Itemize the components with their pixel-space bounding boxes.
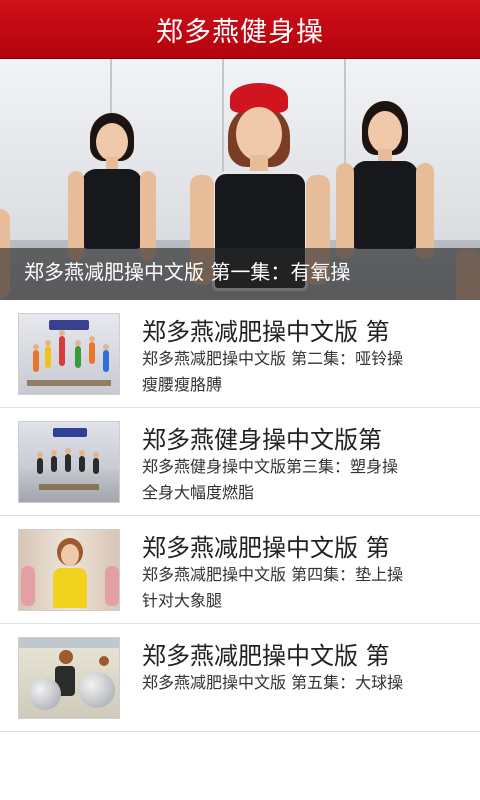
list-item-title: 郑多燕减肥操中文版 第 [142,318,390,346]
video-thumbnail [18,421,120,503]
list-item-title: 郑多燕健身操中文版第 [142,426,382,454]
video-thumbnail [18,313,120,395]
hero-caption: 郑多燕减肥操中文版 第一集：有氧操 [0,248,480,300]
video-list: 郑多燕减肥操中文版 第 郑多燕减肥操中文版 第二集：哑铃操 瘦腰瘦胳膊 郑多燕健… [0,300,480,732]
video-thumbnail [18,529,120,611]
list-item-description: 郑多燕减肥操中文版 第五集：大球操 [142,673,404,692]
list-item[interactable]: 郑多燕健身操中文版第 郑多燕健身操中文版第三集：塑身操 全身大幅度燃脂 [0,408,480,516]
app-title-bar: 郑多燕健身操 [0,0,480,59]
list-item[interactable]: 郑多燕减肥操中文版 第 郑多燕减肥操中文版 第四集：垫上操 针对大象腿 [0,516,480,624]
list-item-title: 郑多燕减肥操中文版 第 [142,642,390,670]
list-item[interactable]: 郑多燕减肥操中文版 第 郑多燕减肥操中文版 第二集：哑铃操 瘦腰瘦胳膊 [0,300,480,408]
list-item[interactable]: 郑多燕减肥操中文版 第 郑多燕减肥操中文版 第五集：大球操 [0,624,480,732]
video-thumbnail [18,637,120,719]
list-item-description: 郑多燕减肥操中文版 第二集：哑铃操 瘦腰瘦胳膊 [142,349,404,394]
list-item-description: 郑多燕减肥操中文版 第四集：垫上操 针对大象腿 [142,565,404,610]
list-item-description: 郑多燕健身操中文版第三集：塑身操 全身大幅度燃脂 [142,457,399,502]
list-item-title: 郑多燕减肥操中文版 第 [142,534,390,562]
hero-banner[interactable]: 郑多燕减肥操中文版 第一集：有氧操 [0,59,480,300]
app-title: 郑多燕健身操 [156,16,324,48]
